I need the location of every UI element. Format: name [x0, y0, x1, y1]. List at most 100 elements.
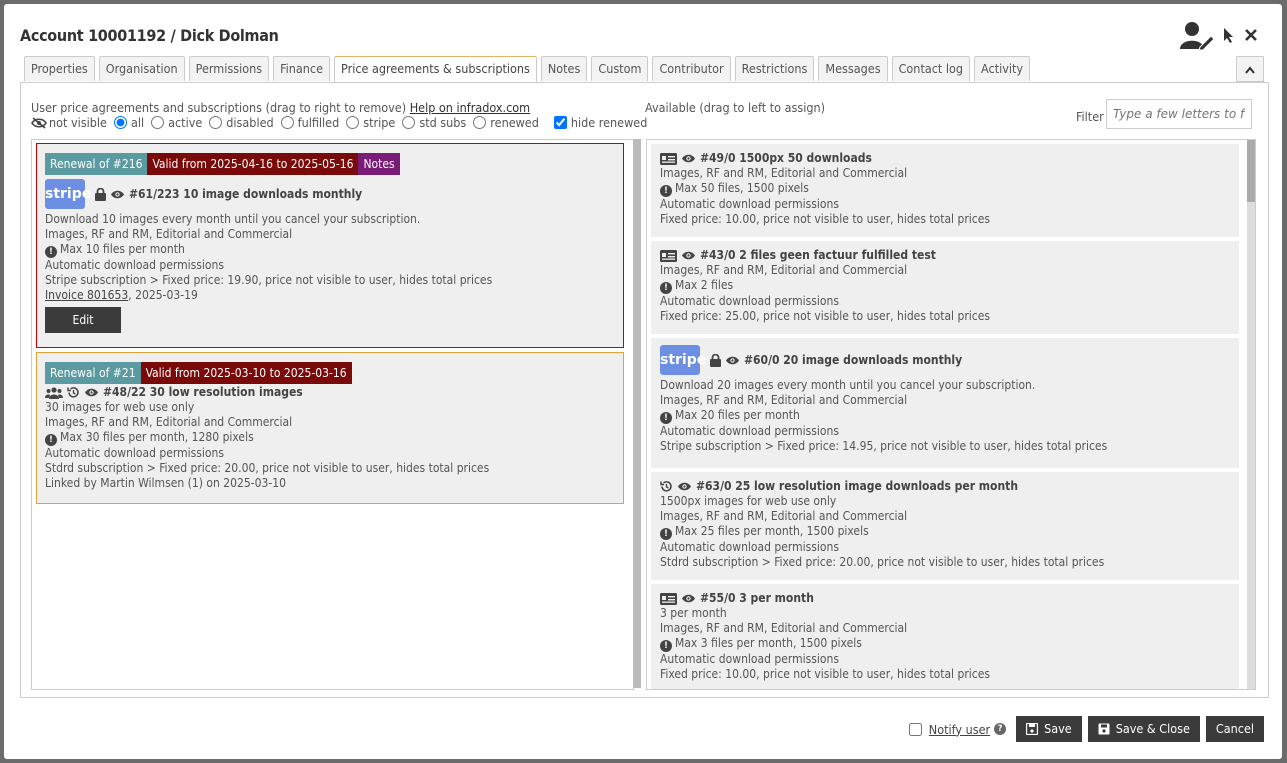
user-edit-icon[interactable]	[1178, 20, 1214, 50]
floppy-icon	[1098, 723, 1110, 735]
account-dialog: Account 10001192 / Dick Dolman Propertie…	[4, 4, 1282, 759]
eye-icon	[85, 388, 98, 397]
card-badges: Renewal of #216 Valid from 2025-04-16 to…	[45, 153, 615, 175]
help-icon[interactable]: ?	[994, 723, 1007, 735]
card-body: 30 images for web use only Images, RF an…	[45, 400, 490, 490]
history-icon	[660, 481, 672, 492]
available-heading: Available (drag to left to assign)	[645, 100, 826, 115]
history-icon	[67, 387, 79, 398]
close-icon[interactable]	[1244, 28, 1258, 43]
radio-renewed[interactable]	[473, 116, 487, 129]
dialog-title: Account 10001192 / Dick Dolman	[20, 26, 279, 45]
card-title: #63/0 25 low resolution image downloads …	[660, 479, 1230, 494]
exclamation-icon: !	[660, 412, 672, 424]
radio-active[interactable]	[151, 116, 165, 129]
chevron-up-icon	[1245, 65, 1255, 74]
eye-slash-icon	[31, 116, 47, 129]
tab-properties[interactable]: Properties	[24, 56, 95, 81]
assigned-list[interactable]: Renewal of #216 Valid from 2025-04-16 to…	[31, 139, 634, 690]
save-close-button[interactable]: Save & Close	[1087, 716, 1200, 742]
radio-fulfilled[interactable]	[280, 116, 294, 129]
invoice-link[interactable]: Invoice 801653	[45, 288, 128, 302]
tab-messages[interactable]: Messages	[818, 56, 888, 81]
card-title: #49/0 1500px 50 downloads	[660, 151, 1230, 166]
eye-icon	[726, 356, 739, 364]
filter-not-visible[interactable]: not visible	[31, 115, 107, 130]
available-card[interactable]: #55/0 3 per month 3 per month Images, RF…	[651, 584, 1239, 689]
available-card[interactable]: #63/0 25 low resolution image downloads …	[651, 472, 1239, 580]
filter-stripe[interactable]: stripe	[346, 115, 395, 130]
filter-disabled[interactable]: disabled	[209, 115, 274, 130]
cancel-button[interactable]: Cancel	[1205, 716, 1264, 742]
renewal-badge: Renewal of #21	[45, 362, 141, 384]
tab-bar: Properties Organisation Permissions Fina…	[24, 56, 1031, 83]
valid-badge: Valid from 2025-04-16 to 2025-05-16	[147, 153, 359, 175]
card-title: #55/0 3 per month	[660, 591, 1230, 606]
filter-hide-renewed[interactable]: hide renewed	[553, 115, 647, 130]
notify-user-checkbox[interactable]	[908, 722, 922, 736]
filter-renewed[interactable]: renewed	[473, 115, 539, 130]
tab-custom[interactable]: Custom	[591, 56, 649, 81]
splitter[interactable]	[633, 139, 641, 688]
assigned-heading: User price agreements and subscriptions …	[31, 100, 531, 115]
exclamation-icon: !	[660, 185, 672, 197]
filter-label: Filter	[1076, 109, 1104, 124]
tab-contact-log[interactable]: Contact log	[891, 56, 971, 81]
assigned-card[interactable]: Renewal of #21 Valid from 2025-03-10 to …	[36, 352, 624, 504]
card-title: #43/0 2 files geen factuur fulfilled tes…	[660, 248, 1230, 263]
header-icons	[1178, 20, 1258, 50]
tab-restrictions[interactable]: Restrictions	[734, 56, 815, 81]
eye-icon	[682, 154, 695, 163]
tab-price-agreements[interactable]: Price agreements & subscriptions	[334, 56, 537, 83]
exclamation-icon: !	[660, 282, 672, 294]
filter-active[interactable]: active	[151, 115, 202, 130]
stripe-logo: stripe	[660, 345, 706, 375]
valid-badge: Valid from 2025-03-10 to 2025-03-16	[140, 362, 352, 384]
collapse-button[interactable]	[1236, 56, 1264, 82]
lock-icon	[95, 187, 106, 201]
card-title: #48/22 30 low resolution images	[45, 385, 615, 400]
tab-contributor[interactable]: Contributor	[652, 56, 731, 81]
notify-user[interactable]: Notify user ?	[905, 720, 1007, 739]
save-button[interactable]: Save	[1016, 716, 1082, 742]
help-link[interactable]: Help on infradox.com	[410, 100, 530, 115]
available-card[interactable]: #43/0 2 files geen factuur fulfilled tes…	[651, 241, 1239, 334]
radio-std-subs[interactable]	[402, 116, 416, 129]
card-title: stripe #61/223 10 image downloads monthl…	[45, 179, 615, 209]
filter-std-subs[interactable]: std subs	[402, 115, 466, 130]
stripe-logo: stripe	[45, 179, 91, 209]
tab-notes[interactable]: Notes	[540, 56, 588, 81]
assigned-card[interactable]: Renewal of #216 Valid from 2025-04-16 to…	[36, 143, 624, 348]
exclamation-icon: !	[660, 640, 672, 652]
available-card[interactable]: #49/0 1500px 50 downloads Images, RF and…	[651, 144, 1239, 237]
tab-activity[interactable]: Activity	[974, 56, 1031, 81]
radio-disabled[interactable]	[209, 116, 223, 129]
dialog-footer: Notify user ? Save Save & Close Cancel	[905, 716, 1264, 742]
tab-finance[interactable]: Finance	[273, 56, 331, 81]
radio-stripe[interactable]	[346, 116, 360, 129]
radio-all[interactable]	[113, 116, 127, 129]
filter-input[interactable]	[1106, 99, 1252, 129]
available-list[interactable]: #49/0 1500px 50 downloads Images, RF and…	[646, 139, 1256, 690]
available-card[interactable]: stripe #60/0 20 image downloads monthly …	[651, 338, 1239, 468]
pointer-icon[interactable]	[1222, 27, 1236, 43]
lock-icon	[710, 353, 721, 367]
users-icon	[45, 386, 63, 399]
renewal-badge: Renewal of #216	[45, 153, 148, 175]
scroll-thumb[interactable]	[1247, 140, 1255, 202]
notes-badge[interactable]: Notes	[358, 153, 400, 175]
filter-fulfilled[interactable]: fulfilled	[280, 115, 339, 130]
edit-button[interactable]: Edit	[45, 307, 121, 333]
card-title: stripe #60/0 20 image downloads monthly	[660, 345, 1230, 375]
scrollbar[interactable]	[1247, 140, 1255, 689]
tab-organisation[interactable]: Organisation	[98, 56, 185, 81]
id-card-icon	[660, 249, 677, 262]
hide-renewed-checkbox[interactable]	[553, 116, 567, 129]
eye-icon	[111, 190, 124, 198]
floppy-icon	[1026, 723, 1039, 735]
tab-permissions[interactable]: Permissions	[188, 56, 270, 81]
tab-panel: User price agreements and subscriptions …	[20, 82, 1269, 698]
filter-all[interactable]: all	[113, 115, 144, 130]
eye-icon	[682, 251, 695, 260]
id-card-icon	[660, 152, 677, 165]
